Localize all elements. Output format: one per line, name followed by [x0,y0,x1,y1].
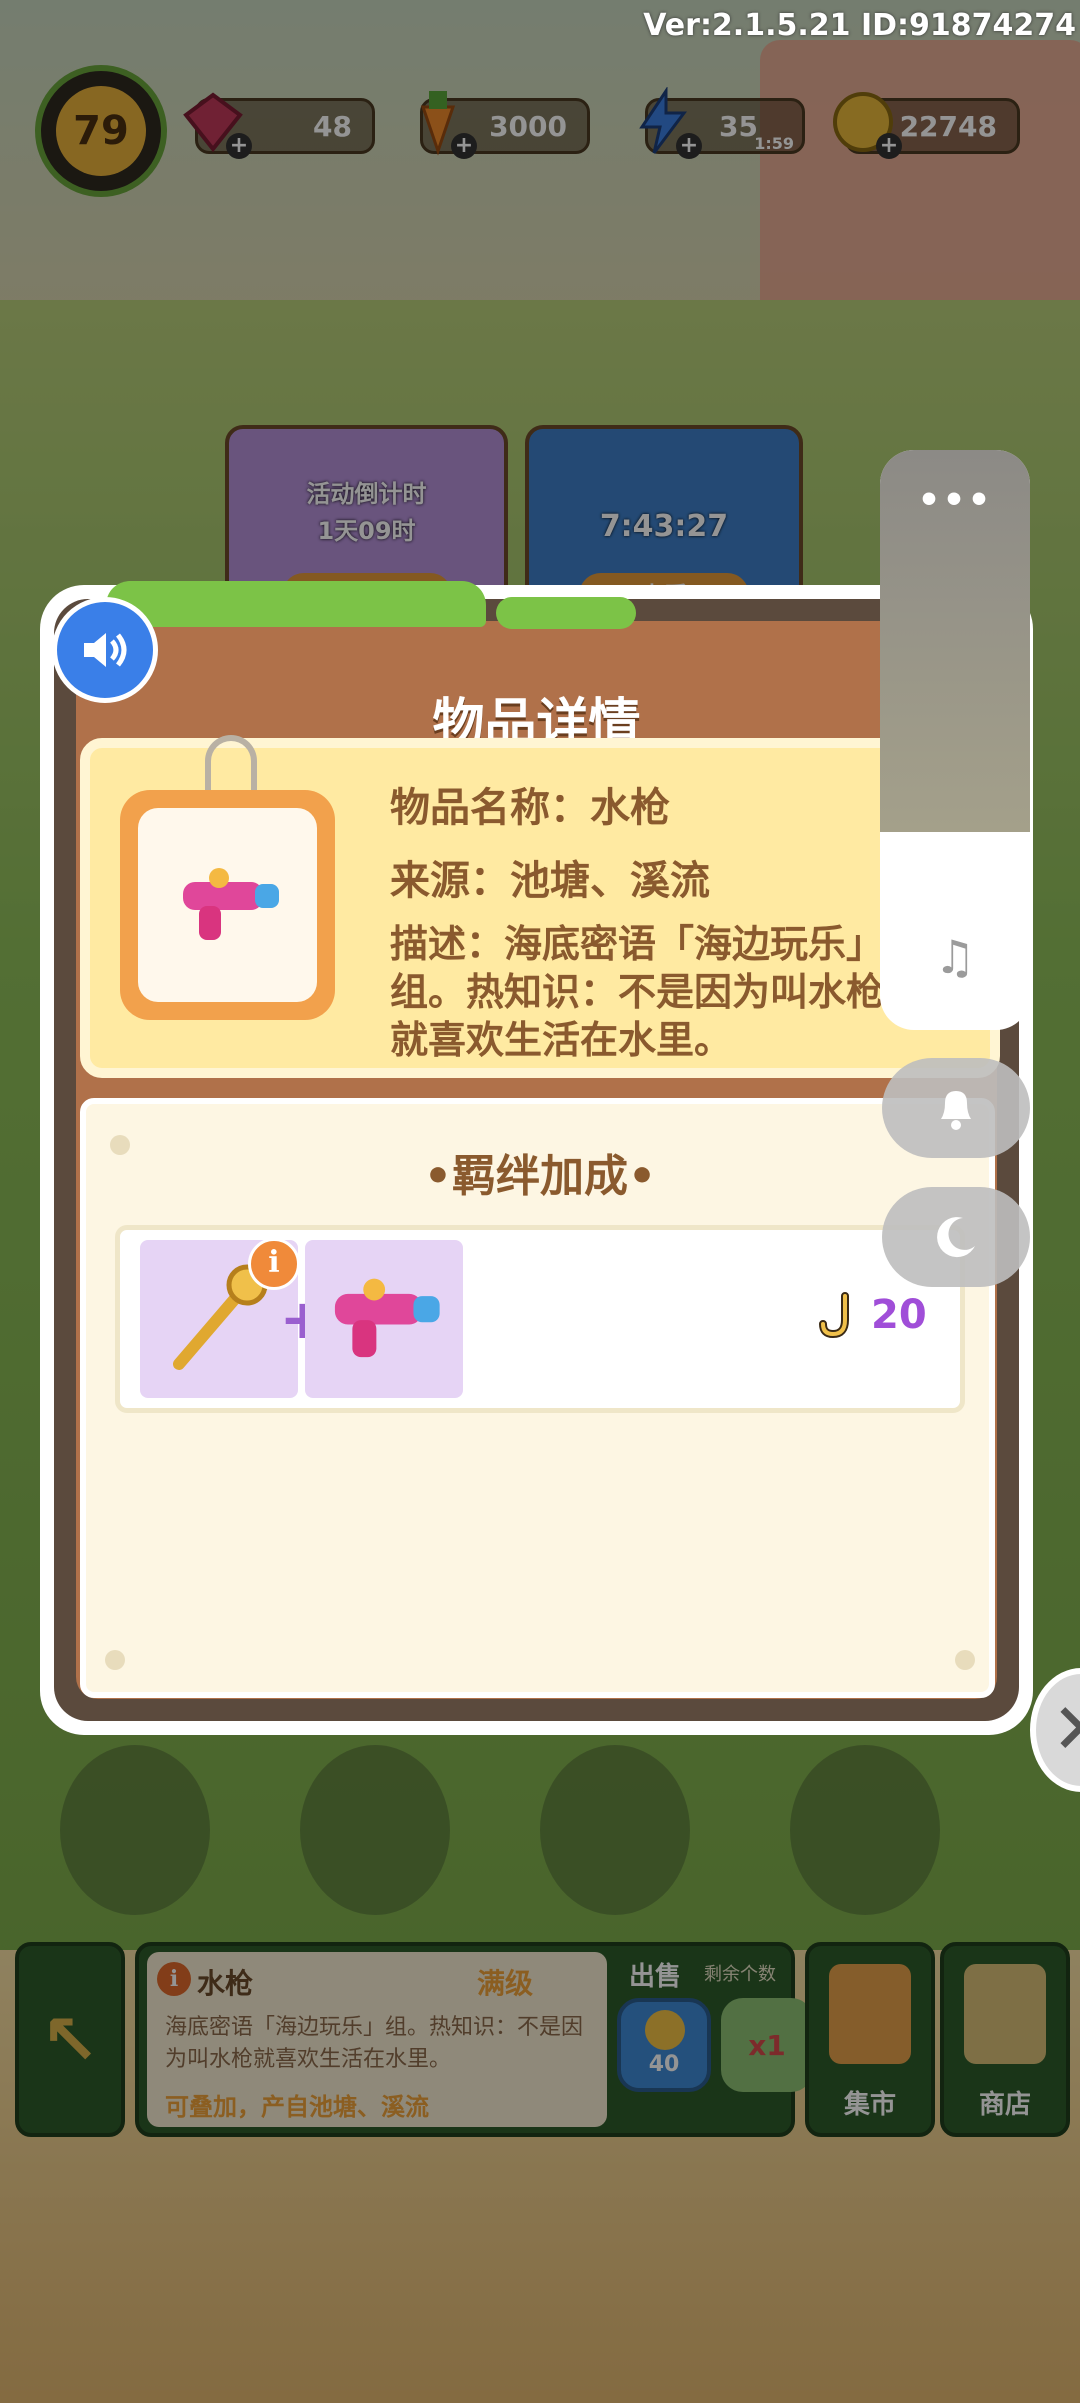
item-tag [120,790,335,1020]
water-gun-icon [334,1278,440,1358]
system-volume-panel[interactable]: ••• ♫ [880,450,1030,1030]
music-note-icon: ♫ [934,930,976,984]
item-name-line: 物品名称：水枪 [390,785,670,831]
version-text: Ver:2.1.5.21 ID:91874274 [643,8,1076,43]
item-image [138,808,317,1002]
more-options-icon[interactable]: ••• [880,480,1030,521]
moon-icon [937,1217,975,1258]
do-not-disturb-button[interactable] [882,1187,1030,1287]
water-gun-icon [182,868,279,940]
nail-decoration [955,1650,975,1670]
grass-decoration [106,581,486,627]
bond-item-slot-watergun[interactable] [305,1240,463,1398]
nail-decoration [105,1650,125,1670]
close-icon: ✕ [1052,1688,1080,1770]
bond-value: 20 [871,1292,927,1338]
sound-toggle-button[interactable] [52,597,158,703]
fishing-hook-icon [819,1292,849,1339]
bell-icon [941,1091,971,1130]
speaker-icon [84,633,127,667]
bond-reward: 20 [815,1290,927,1340]
item-description-line: 描述：海底密语「海边玩乐」组。热知识：不是因为叫水枪就喜欢生活在水里。 [390,922,885,1062]
item-source-line: 来源：池塘、溪流 [390,858,710,904]
bond-info-icon[interactable]: i [248,1238,300,1290]
grass-decoration-small [496,597,636,629]
ringer-button[interactable] [882,1058,1030,1158]
